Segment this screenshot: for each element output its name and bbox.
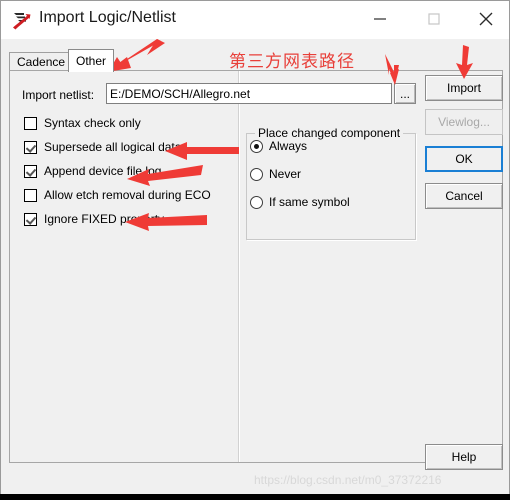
import-netlist-label: Import netlist:: [22, 88, 95, 102]
checkbox-label-supersede-all-logical-data: Supersede all logical data: [44, 140, 182, 154]
help-button[interactable]: Help: [425, 444, 503, 470]
radio-label-always: Always: [269, 139, 308, 153]
radio-label-if-same-symbol: If same symbol: [269, 195, 350, 209]
bottom-edge-bar: [0, 494, 510, 500]
checkbox-append-device-file-log[interactable]: [24, 164, 37, 178]
arrow-to-supersede-checkbox: [165, 142, 239, 160]
import-button-label: Import: [446, 81, 481, 95]
checkbox-supersede-all-logical-data[interactable]: [24, 140, 37, 154]
checkbox-row-syntax-check-only[interactable]: Syntax check only: [24, 114, 141, 132]
checkbox-label-syntax-check-only: Syntax check only: [44, 116, 141, 130]
checkbox-row-supersede-all-logical-data[interactable]: Supersede all logical data: [24, 138, 181, 156]
radio-label-never: Never: [269, 167, 302, 181]
checkbox-row-allow-etch-removal-during-eco[interactable]: Allow etch removal during ECO: [24, 186, 211, 204]
tab-cadence-label: Cadence: [17, 55, 66, 69]
arrow-to-append-checkbox: [127, 165, 203, 186]
page-title: Import Logic/Netlist: [39, 9, 176, 26]
browse-button-label: ...: [399, 87, 410, 101]
viewlog-button-label: Viewlog...: [438, 115, 490, 129]
checkbox-label-allow-etch-removal-during-eco: Allow etch removal during ECO: [44, 188, 211, 202]
minimize-icon[interactable]: [357, 1, 403, 37]
ok-button[interactable]: OK: [425, 146, 503, 172]
watermark-text: https://blog.csdn.net/m0_37372216: [254, 473, 442, 487]
cancel-button-label: Cancel: [445, 189, 483, 203]
radio-row-if-same-symbol[interactable]: If same symbol: [250, 193, 350, 211]
viewlog-button[interactable]: Viewlog...: [425, 109, 503, 135]
arrow-to-import-button: [456, 45, 473, 79]
arrow-to-ignore-fixed-checkbox: [125, 213, 207, 231]
import-logic-netlist-dialog: Import Logic/Netlist Cadence Other Impor…: [0, 0, 510, 500]
close-icon[interactable]: [463, 1, 509, 37]
radio-if-same-symbol[interactable]: [250, 195, 263, 209]
checkbox-allow-etch-removal-during-eco[interactable]: [24, 188, 37, 202]
import-netlist-input[interactable]: [106, 83, 392, 104]
tab-other[interactable]: Other: [68, 49, 115, 72]
tab-other-label: Other: [76, 54, 107, 68]
radio-never[interactable]: [250, 167, 263, 181]
radio-row-never[interactable]: Never: [250, 165, 301, 183]
annotation-chinese-note: 第三方网表路径: [229, 52, 355, 72]
maximize-icon[interactable]: [411, 1, 457, 37]
help-button-label: Help: [451, 450, 477, 464]
allegro-app-icon: [11, 10, 33, 32]
ok-button-label: OK: [455, 152, 473, 166]
checkbox-ignore-fixed-property[interactable]: [24, 212, 37, 226]
cancel-button[interactable]: Cancel: [425, 183, 503, 209]
tab-cadence[interactable]: Cadence: [9, 52, 74, 71]
radio-row-always[interactable]: Always: [250, 137, 307, 155]
radio-always[interactable]: [250, 139, 263, 153]
arrow-to-browse-button: [385, 54, 399, 85]
checkbox-syntax-check-only[interactable]: [24, 116, 37, 130]
panel-divider: [238, 71, 240, 462]
title-bar: Import Logic/Netlist: [1, 1, 509, 39]
